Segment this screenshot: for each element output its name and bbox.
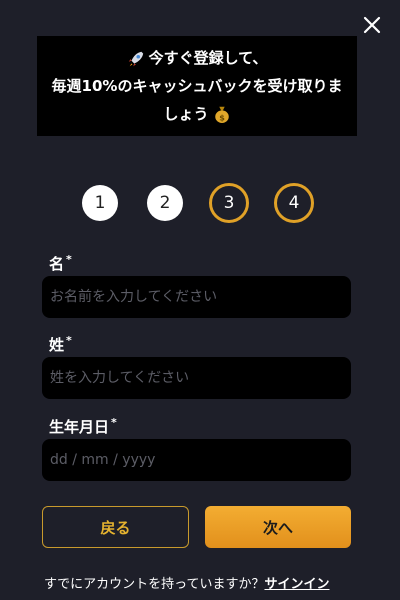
step-indicator: 1 2 3 4: [0, 183, 400, 223]
rocket-icon: [127, 49, 145, 67]
promo-line-2: 毎週10%のキャッシュバックを受け取りま: [52, 72, 343, 100]
step-2: 2: [147, 185, 183, 221]
first-name-label: 名 *: [49, 253, 72, 274]
signin-link[interactable]: サインイン: [264, 577, 329, 592]
close-icon[interactable]: [361, 14, 383, 36]
step-4: 4: [274, 183, 314, 223]
required-mark: *: [66, 253, 72, 266]
svg-text:$: $: [219, 112, 225, 122]
promo-text-3: しょう: [163, 105, 209, 123]
promo-text-1: 今すぐ登録して、: [148, 49, 268, 67]
last-name-label-text: 姓: [49, 336, 65, 354]
next-button[interactable]: 次へ: [205, 506, 351, 548]
step-1: 1: [82, 185, 118, 221]
required-mark: *: [111, 416, 117, 429]
signin-prompt-text: すでにアカウントを持っていますか？: [44, 577, 265, 592]
first-name-label-text: 名: [49, 255, 65, 273]
back-button[interactable]: 戻る: [42, 506, 189, 548]
promo-line-1: 今すぐ登録して、: [127, 44, 268, 72]
last-name-label: 姓 *: [49, 334, 72, 355]
birthdate-label-text: 生年月日: [49, 418, 110, 436]
promo-banner: 今すぐ登録して、 毎週10%のキャッシュバックを受け取りま しょう $: [37, 36, 357, 136]
signin-prompt: すでにアカウントを持っていますか？サインイン: [44, 573, 330, 592]
promo-line-3: しょう $: [163, 100, 230, 128]
money-bag-icon: $: [213, 104, 231, 124]
promo-text-2: 毎週10%のキャッシュバックを受け取りま: [51, 77, 343, 95]
last-name-input[interactable]: [42, 357, 351, 399]
step-3: 3: [209, 183, 249, 223]
required-mark: *: [66, 334, 72, 347]
birthdate-label: 生年月日 *: [49, 416, 117, 437]
first-name-input[interactable]: [42, 276, 351, 318]
birthdate-input[interactable]: [42, 439, 351, 481]
